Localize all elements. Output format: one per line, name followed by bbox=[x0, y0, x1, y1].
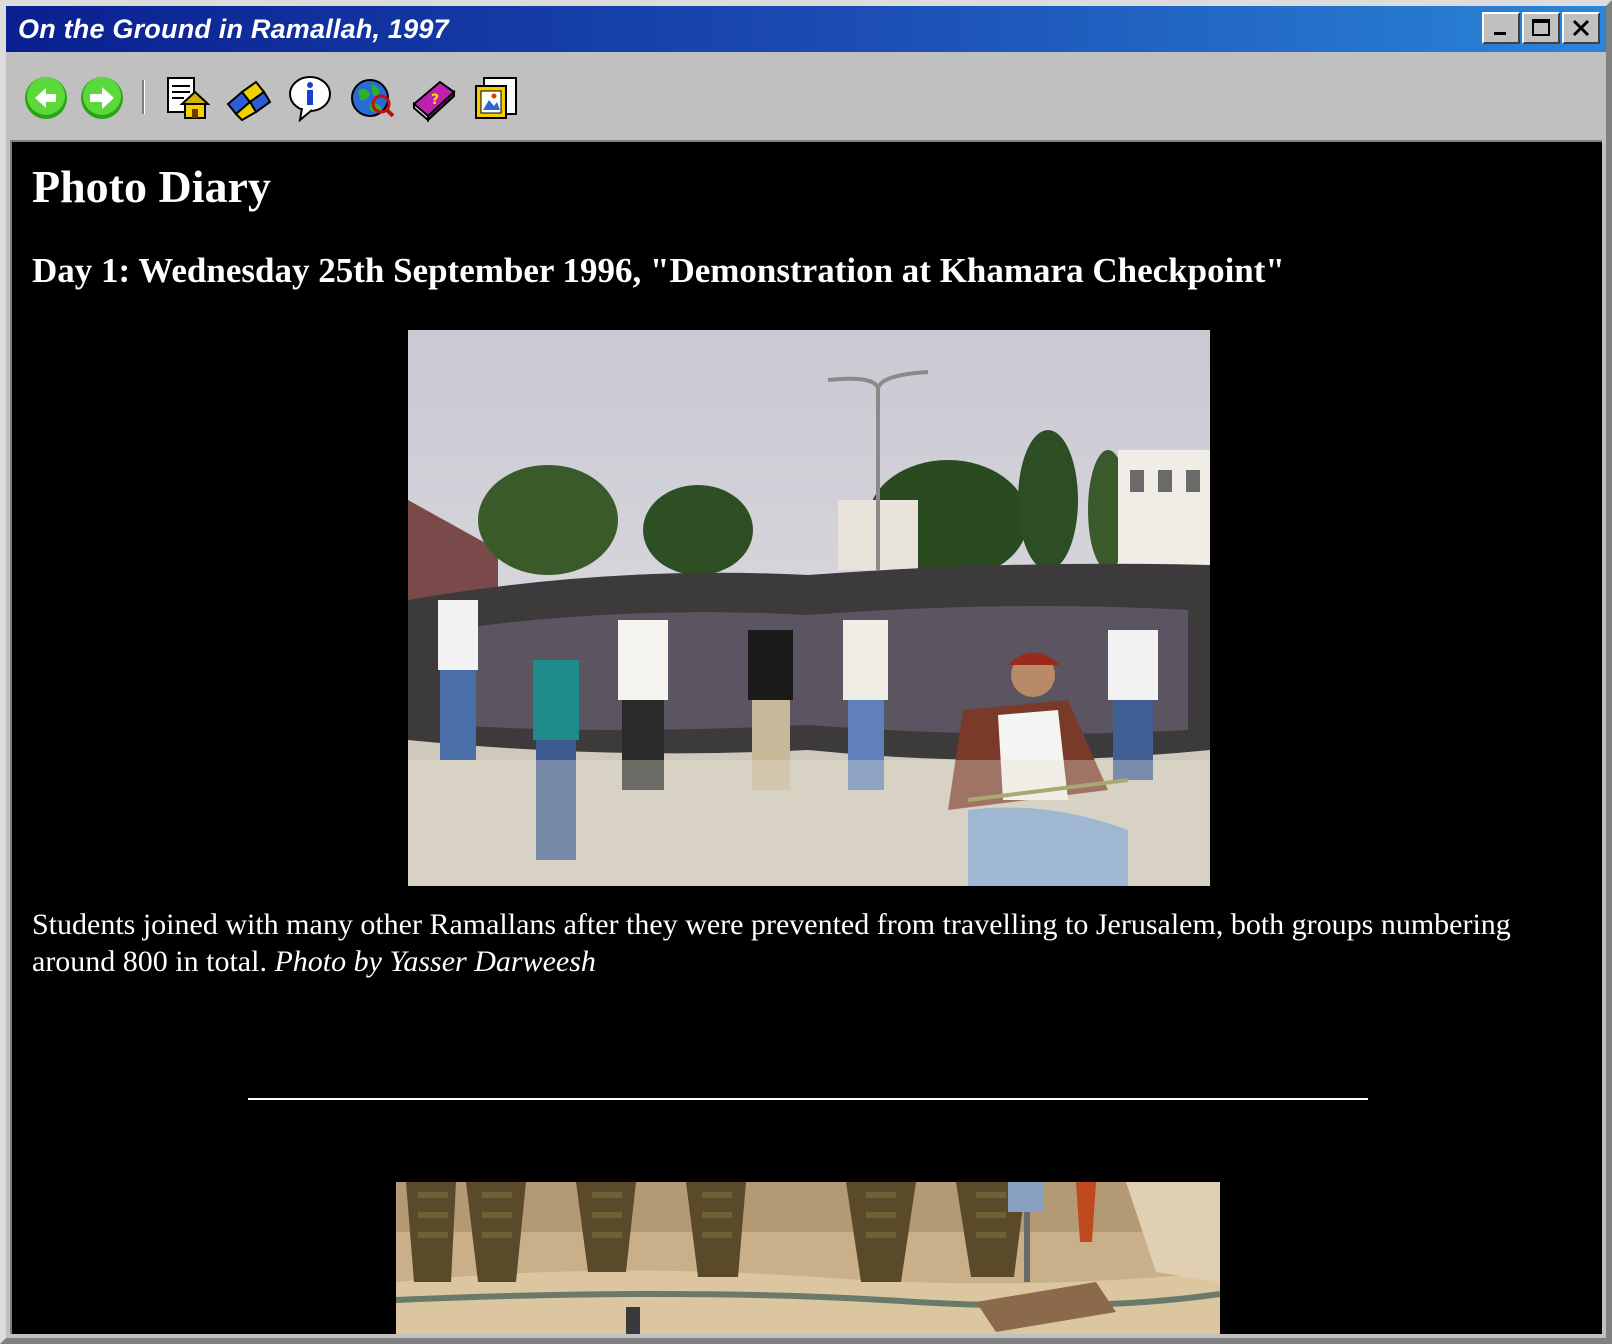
web-search-button[interactable] bbox=[348, 74, 396, 122]
window-controls bbox=[1482, 12, 1600, 44]
home-page-icon bbox=[167, 77, 210, 119]
photo-credit: Photo by Yasser Darweesh bbox=[274, 945, 596, 978]
forward-button[interactable] bbox=[78, 74, 126, 122]
maximize-button[interactable] bbox=[1522, 12, 1560, 44]
back-arrow-icon bbox=[25, 77, 67, 119]
close-button[interactable] bbox=[1562, 12, 1600, 44]
picture-frame-icon bbox=[475, 77, 517, 119]
forward-arrow-icon bbox=[81, 77, 123, 119]
svg-text:?: ? bbox=[431, 92, 439, 108]
globe-search-icon bbox=[351, 79, 395, 118]
window-title: On the Ground in Ramallah, 1997 bbox=[18, 14, 449, 44]
toolbar: ? bbox=[6, 52, 1606, 136]
day-heading: Day 1: Wednesday 25th September 1996, "D… bbox=[32, 251, 1285, 290]
caption-text: Students joined with many other Ramallan… bbox=[32, 908, 1511, 978]
close-icon bbox=[1572, 19, 1590, 37]
links-puzzle-icon bbox=[226, 80, 272, 122]
minimize-button[interactable] bbox=[1482, 12, 1520, 44]
info-button[interactable] bbox=[286, 74, 334, 122]
toolbar-separator bbox=[142, 80, 145, 114]
title-bar[interactable]: On the Ground in Ramallah, 1997 bbox=[6, 6, 1606, 52]
minimize-icon bbox=[1494, 32, 1506, 35]
help-button[interactable]: ? bbox=[410, 74, 458, 122]
app-window: On the Ground in Ramallah, 1997 ? Photo … bbox=[0, 0, 1612, 1344]
demonstration-photo bbox=[408, 330, 1210, 886]
page-content[interactable]: Photo Diary Day 1: Wednesday 25th Septem… bbox=[10, 140, 1602, 1334]
info-icon bbox=[289, 76, 331, 122]
home-button[interactable] bbox=[162, 74, 210, 122]
back-button[interactable] bbox=[22, 74, 70, 122]
palm-street-photo bbox=[396, 1182, 1220, 1334]
help-book-icon: ? bbox=[412, 80, 456, 122]
horizontal-rule bbox=[248, 1098, 1368, 1100]
links-button[interactable] bbox=[224, 74, 272, 122]
page-title: Photo Diary bbox=[32, 161, 271, 212]
photo-caption: Students joined with many other Ramallan… bbox=[32, 906, 1552, 980]
gallery-button[interactable] bbox=[472, 74, 520, 122]
maximize-icon bbox=[1532, 19, 1550, 36]
